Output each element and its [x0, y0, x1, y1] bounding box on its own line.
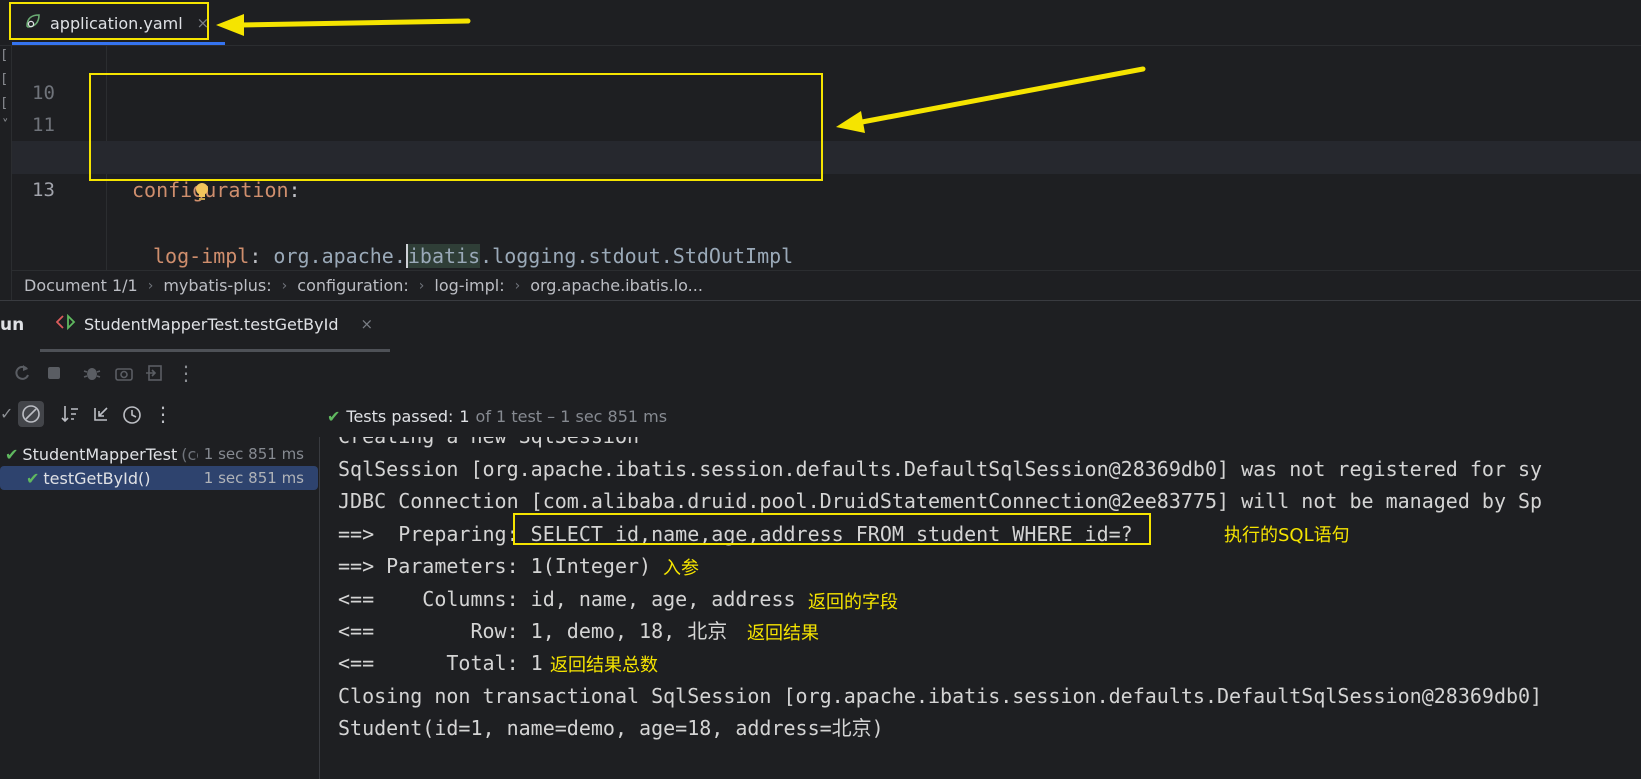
project-strip: [ [ [ ˅ — [0, 46, 12, 300]
yaml-value-prefix: org.apache. — [273, 244, 406, 268]
test-duration: 1 sec 851 ms — [197, 445, 304, 463]
breadcrumb-separator: › — [281, 277, 288, 294]
strip-glyph: ˅ — [2, 118, 9, 133]
breadcrumb-separator: › — [418, 277, 425, 294]
test-status-bar: ✔ Tests passed: 1 of 1 test – 1 sec 851 … — [322, 395, 1641, 437]
check-icon: ✔ — [327, 406, 341, 426]
code-line[interactable]: 10 — [12, 44, 1641, 104]
breadcrumb-item[interactable]: mybatis-plus: — [163, 276, 271, 295]
test-class-name: StudentMapperTest — [22, 444, 178, 464]
close-icon[interactable]: × — [360, 315, 373, 333]
breadcrumb-item[interactable]: Document 1/1 — [24, 276, 138, 295]
test-run-icon — [55, 313, 76, 334]
lightbulb-icon[interactable] — [122, 147, 209, 200]
breadcrumb: Document 1/1 › mybatis-plus: › configura… — [12, 270, 1641, 300]
breadcrumb-separator: › — [147, 277, 154, 294]
console-line: <== Row: 1, demo, 18, 北京 — [338, 619, 728, 643]
run-window-title: un — [0, 315, 25, 335]
strip-glyph: [ — [2, 48, 8, 63]
show-ignored-icon[interactable] — [18, 401, 44, 427]
run-tool-window-header: un StudentMapperTest.testGetById × — [0, 300, 1641, 354]
tests-passed-detail: of 1 test – 1 sec 851 ms — [475, 406, 668, 426]
test-tree-class[interactable]: ✔ StudentMapperTest (cc 1 sec 851 ms — [0, 442, 318, 466]
stop-icon[interactable] — [44, 363, 64, 383]
console-line: SqlSession [org.apache.ibatis.session.de… — [338, 457, 1543, 481]
annotation-row: 返回结果 — [747, 623, 819, 644]
more-options-icon[interactable]: ⋮ — [153, 404, 173, 424]
breadcrumb-separator: › — [514, 277, 521, 294]
editor-tab-application-yaml[interactable]: application.yaml × — [12, 6, 221, 40]
console-line: Creating a new SqlSession — [338, 437, 639, 453]
code-line-current[interactable]: 13 log-impl: org.apache. ibatis.logging.s… — [12, 141, 1641, 268]
rerun-icon[interactable] — [12, 363, 32, 383]
more-options-icon[interactable]: ⋮ — [176, 363, 196, 383]
annotation-params: 入参 — [663, 558, 699, 579]
sort-icon[interactable] — [60, 404, 80, 424]
tests-passed-label: Tests passed: — [346, 406, 454, 426]
test-tree-method[interactable]: ✔ testGetById() 1 sec 851 ms — [0, 466, 318, 490]
annotation-total: 返回结果总数 — [550, 655, 658, 676]
history-icon[interactable] — [121, 404, 141, 424]
yaml-colon: : — [288, 178, 301, 202]
tests-passed-count: 1 — [459, 406, 470, 426]
editor-tab-bar: application.yaml × — [0, 0, 1641, 46]
show-passed-icon[interactable]: ✓ — [0, 404, 13, 424]
annotation-sql: 执行的SQL语句 — [1224, 525, 1350, 546]
code-editor[interactable]: 10 11 mybatis-plus: 12 configuration: 13… — [12, 46, 1641, 270]
strip-glyph: [ — [2, 72, 8, 87]
run-toolbar: ⋮ — [0, 354, 1641, 392]
code-line[interactable]: 11 mybatis-plus: — [12, 76, 1641, 170]
active-tab-indicator — [40, 349, 390, 352]
test-duration: 1 sec 851 ms — [203, 469, 304, 487]
console-output[interactable]: Creating a new SqlSession SqlSession [or… — [322, 437, 1641, 779]
console-line: Closing non transactional SqlSession [or… — [338, 684, 1543, 708]
run-tab[interactable]: StudentMapperTest.testGetById × — [55, 313, 373, 334]
test-tree-toolbar: ✓ ⋮ — [0, 395, 322, 437]
yaml-value-suffix: .logging.stdout.StdOutImpl — [480, 244, 794, 268]
close-icon[interactable]: × — [197, 14, 210, 32]
yaml-value-highlight: ibatis — [407, 244, 481, 268]
collapse-icon[interactable] — [91, 404, 111, 424]
test-tree: ✔ StudentMapperTest (cc 1 sec 851 ms ✔ t… — [0, 437, 320, 779]
debug-icon[interactable] — [82, 363, 102, 383]
spring-leaf-icon — [24, 12, 42, 34]
run-tab-label: StudentMapperTest.testGetById — [84, 314, 339, 334]
breadcrumb-item[interactable]: org.apache.ibatis.lo... — [530, 276, 703, 295]
editor-tab-label: application.yaml — [50, 13, 183, 33]
exit-icon[interactable] — [145, 363, 165, 383]
code-line[interactable]: 12 configuration: — [12, 108, 1641, 202]
console-line: <== Total: 1 — [338, 651, 543, 675]
console-line: Student(id=1, name=demo, age=18, address… — [338, 716, 884, 740]
line-number: 13 — [32, 179, 55, 201]
check-icon: ✔ — [5, 444, 19, 464]
console-line: JDBC Connection [com.alibaba.druid.pool.… — [338, 489, 1543, 513]
breadcrumb-item[interactable]: configuration: — [297, 276, 409, 295]
test-method-name: testGetById() — [43, 468, 151, 488]
console-line: ==> Preparing: SELECT id,name,age,addres… — [338, 522, 1133, 546]
console-line: <== Columns: id, name, age, address — [338, 587, 796, 611]
camera-icon[interactable] — [114, 363, 134, 383]
annotation-columns: 返回的字段 — [808, 592, 898, 613]
yaml-key: log-impl — [153, 244, 250, 268]
check-icon: ✔ — [26, 468, 40, 488]
breadcrumb-item[interactable]: log-impl: — [434, 276, 504, 295]
strip-glyph: [ — [2, 96, 8, 111]
console-line: ==> Parameters: 1(Integer) — [338, 554, 652, 578]
yaml-colon: : — [249, 244, 274, 268]
